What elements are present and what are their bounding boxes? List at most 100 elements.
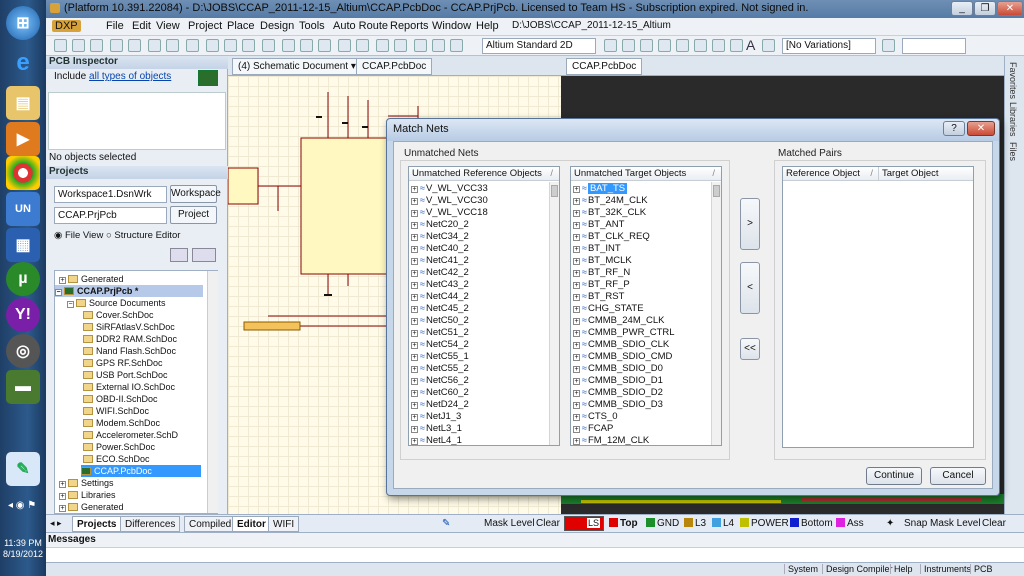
target-row[interactable]: + ≈ BT_ANT [573, 218, 624, 230]
ref-row[interactable]: + ≈ NetC40_2 [411, 242, 469, 254]
ref-row[interactable]: + ≈ NetC54_2 [411, 338, 469, 350]
target-row[interactable]: + ≈ BT_32K_CLK [573, 206, 646, 218]
interactive-route-icon[interactable] [604, 39, 617, 52]
undo-icon[interactable] [376, 39, 389, 52]
tree-doc[interactable]: GPS RF.SchDoc [83, 357, 163, 369]
target-row[interactable]: + ≈ CMMB_PWR_CTRL [573, 326, 675, 338]
snap-icon[interactable]: ✦ [886, 517, 894, 530]
draw-icon[interactable]: ✎ [6, 452, 40, 486]
ref-row[interactable]: + ≈ NetC56_2 [411, 374, 469, 386]
menu-project[interactable]: Project [188, 20, 222, 32]
cancel-button[interactable]: Cancel [930, 467, 986, 485]
tree-doc[interactable]: SiRFAtlasV.SchDoc [83, 321, 175, 333]
ref-row[interactable]: + ≈ NetL3_1 [411, 422, 462, 434]
status-system[interactable]: System [784, 564, 821, 574]
ref-row[interactable]: + ≈ NetC44_2 [411, 290, 469, 302]
scroll-arrows-icon[interactable]: ◂ ▸ [50, 518, 62, 529]
tab-differences[interactable]: Differences [120, 516, 181, 532]
dialog-close-button[interactable]: ✕ [967, 121, 995, 136]
continue-button[interactable]: Continue [866, 467, 922, 485]
copy-icon[interactable] [224, 39, 237, 52]
utorrent-icon[interactable]: µ [6, 262, 40, 296]
reference-scrollbar[interactable] [549, 182, 559, 445]
ref-row[interactable]: + ≈ NetJ1_3 [411, 410, 461, 422]
layer-l4[interactable]: L4 [712, 517, 734, 530]
tree-doc[interactable]: USB Port.SchDoc [83, 369, 168, 381]
variations-combo[interactable]: [No Variations] [782, 38, 876, 54]
string-icon[interactable]: A [746, 37, 755, 53]
minimize-button[interactable]: _ [951, 1, 973, 16]
ref-row[interactable]: + ≈ NetC20_2 [411, 218, 469, 230]
target-scrollbar[interactable] [711, 182, 721, 445]
tab-editor[interactable]: Editor [232, 516, 271, 532]
chrome-icon[interactable] [6, 156, 40, 190]
arc-icon[interactable] [640, 39, 653, 52]
path-combo[interactable]: D:\JOBS\CCAP_2011-12-15_Altium [512, 20, 671, 31]
deselect-icon[interactable] [318, 39, 331, 52]
target-row[interactable]: + ≈ CMMB_SDIO_D1 [573, 374, 663, 386]
new-icon[interactable] [54, 39, 67, 52]
yahoo-icon[interactable]: Y! [6, 298, 40, 332]
tab-wifi[interactable]: WIFI [268, 516, 300, 532]
start-orb-icon[interactable]: ⊞ [6, 6, 40, 40]
ref-row[interactable]: + ≈ NetC55_2 [411, 362, 469, 374]
polygon-icon[interactable] [712, 39, 725, 52]
tree-generated[interactable]: + Generated [59, 273, 124, 285]
target-row[interactable]: + ≈ BT_RF_P [573, 278, 630, 290]
target-row[interactable]: + ≈ BT_24M_CLK [573, 194, 648, 206]
target-row[interactable]: + ≈ CTS_0 [573, 410, 618, 422]
tree-doc[interactable]: Power.SchDoc [83, 441, 155, 453]
maximize-button[interactable]: ❐ [974, 1, 996, 16]
help-icon[interactable] [450, 39, 463, 52]
close-button[interactable]: ✕ [997, 1, 1023, 16]
menu-dxp[interactable]: DXP [52, 20, 81, 32]
file-view-radio[interactable]: ◉ File View [54, 230, 103, 241]
tray-icons[interactable]: ◂ ◉ ⚑ [8, 500, 36, 511]
target-row[interactable]: + ≈ CMMB_24M_CLK [573, 314, 665, 326]
structure-editor-radio[interactable]: ○ Structure Editor [106, 230, 180, 241]
tree-doc[interactable]: OBD-II.SchDoc [83, 393, 158, 405]
ref-row[interactable]: + ≈ NetC43_2 [411, 278, 469, 290]
ref-row[interactable]: + ≈ NetC51_2 [411, 326, 469, 338]
via-icon[interactable] [658, 39, 671, 52]
clear-button[interactable]: Clear [536, 517, 560, 530]
target-row[interactable]: + ≈ CHG_STATE [573, 302, 644, 314]
target-row[interactable]: + ≈ FCAP [573, 422, 613, 434]
zoom-fit-icon[interactable] [166, 39, 179, 52]
add-match-button[interactable]: > [740, 198, 760, 250]
status-instruments[interactable]: Instruments [920, 564, 974, 574]
cut-icon[interactable] [206, 39, 219, 52]
ref-row[interactable]: + ≈ NetC55_1 [411, 350, 469, 362]
target-row[interactable]: + ≈ CMMB_SDIO_CLK [573, 338, 669, 350]
tree-doc[interactable]: Cover.SchDoc [83, 309, 154, 321]
menu-view[interactable]: View [156, 20, 180, 32]
ie-icon[interactable]: e [6, 46, 40, 80]
menu-reports[interactable]: Reports [390, 20, 429, 32]
tree-generated-2[interactable]: + Generated [59, 501, 124, 513]
files-tab[interactable]: Files [1008, 142, 1018, 161]
layer-ass[interactable]: Ass [836, 517, 864, 530]
reference-header[interactable]: Unmatched Reference Objects / [409, 167, 559, 181]
ref-row[interactable]: + ≈ V_WL_VCC33 [411, 182, 488, 194]
snap-button[interactable]: Snap [904, 517, 927, 530]
target-row[interactable]: + ≈ BT_MCLK [573, 254, 632, 266]
diff-pair-icon[interactable] [622, 39, 635, 52]
tree-doc[interactable]: DDR2 RAM.SchDoc [83, 333, 177, 345]
dialog-help-button[interactable]: ? [943, 121, 965, 136]
status-pcb[interactable]: PCB [970, 564, 996, 574]
libraries-tab[interactable]: Libraries [1008, 102, 1018, 137]
tree-libraries[interactable]: + Libraries [59, 489, 116, 501]
rubber-stamp-icon[interactable] [262, 39, 275, 52]
app-icon[interactable] [50, 3, 60, 13]
clear-button-2[interactable]: Clear [982, 517, 1006, 530]
menu-edit[interactable]: Edit [132, 20, 151, 32]
layer-top[interactable]: Top [609, 517, 638, 530]
target-row[interactable]: + ≈ CMMB_SDIO_CMD [573, 350, 672, 362]
redo-icon[interactable] [394, 39, 407, 52]
ref-row[interactable]: + ≈ NetC34_2 [411, 230, 469, 242]
matched-pairs-list[interactable]: Reference Object / Target Object [782, 166, 974, 448]
target-header[interactable]: Unmatched Target Objects / [571, 167, 721, 181]
target-row[interactable]: + ≈ BT_RF_N [573, 266, 630, 278]
target-objects-list[interactable]: Unmatched Target Objects / + ≈ BAT_TS + ≈ BT_… [570, 166, 722, 446]
layer-gnd[interactable]: GND [646, 517, 679, 530]
